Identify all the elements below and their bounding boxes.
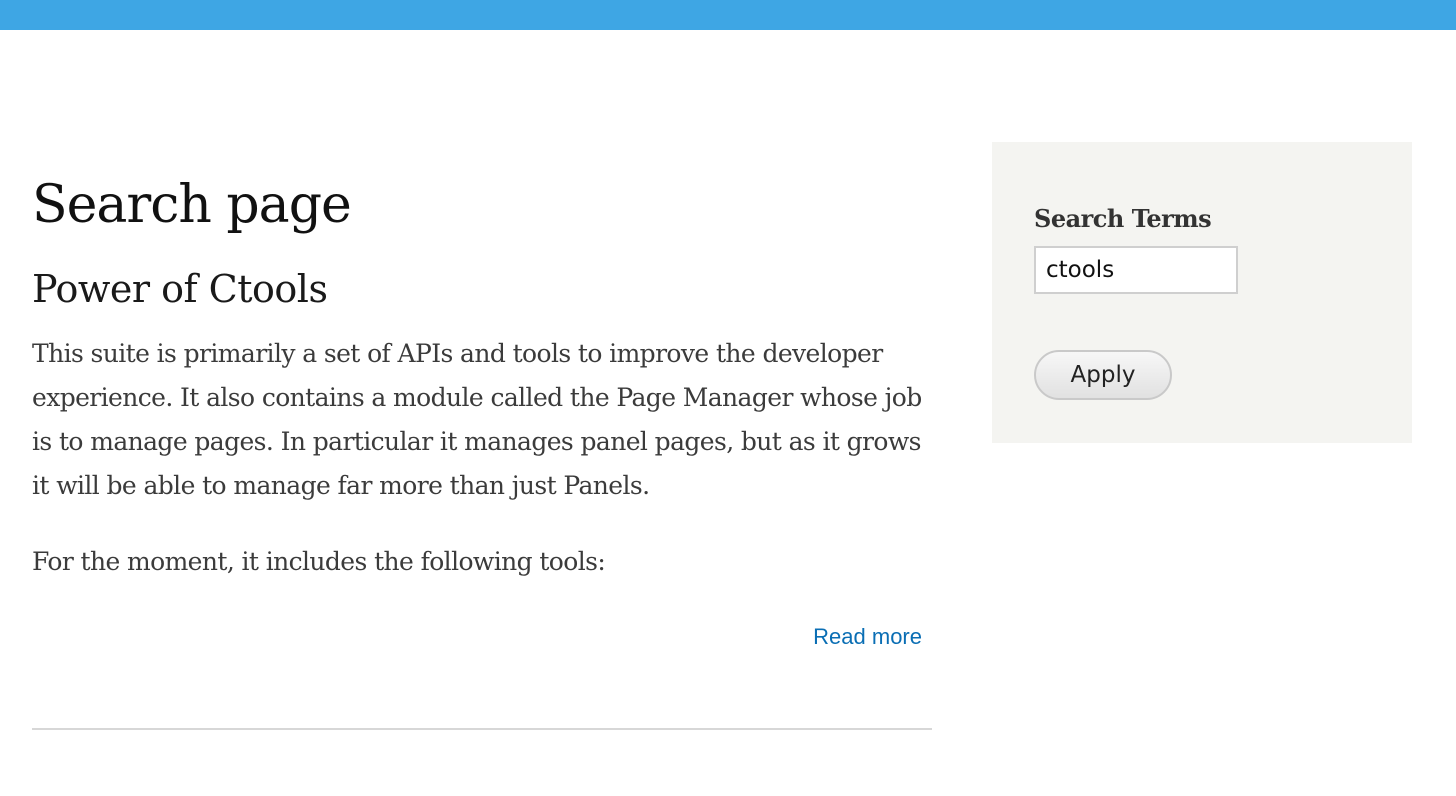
top-header-bar <box>0 0 1456 30</box>
article-title[interactable]: Power of Ctools <box>32 264 932 314</box>
search-terms-input[interactable] <box>1034 246 1238 294</box>
read-more-row: Read more <box>32 624 932 650</box>
article-paragraph: This suite is primarily a set of APIs an… <box>32 339 922 500</box>
main-content: Search page Power of Ctools This suite i… <box>32 172 932 650</box>
article-paragraph: For the moment, it includes the followin… <box>32 547 606 576</box>
read-more-link[interactable]: Read more <box>813 624 922 649</box>
page-title: Search page <box>32 175 352 235</box>
search-filter-panel: Search Terms Apply <box>992 142 1412 443</box>
divider <box>32 728 932 730</box>
apply-button[interactable]: Apply <box>1034 350 1172 400</box>
search-result-item: Power of Ctools This suite is primarily … <box>32 264 932 650</box>
search-terms-label: Search Terms <box>1034 204 1212 233</box>
